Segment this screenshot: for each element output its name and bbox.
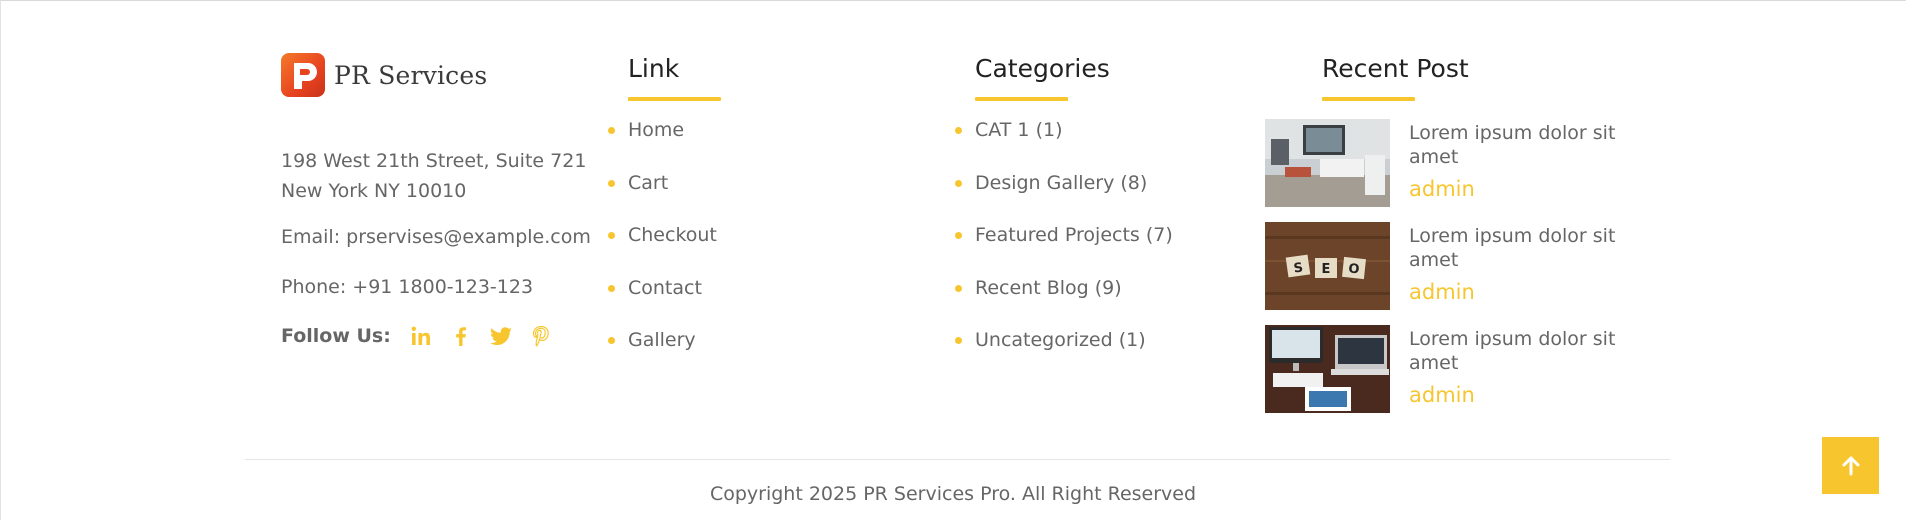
recent-post-heading-underline bbox=[1322, 97, 1415, 101]
category-recent-blog[interactable]: Recent Blog (9) bbox=[955, 276, 1173, 330]
link-cart[interactable]: Cart bbox=[608, 171, 717, 225]
bullet-icon bbox=[608, 179, 615, 187]
link-label: Checkout bbox=[628, 224, 717, 246]
link-label: Contact bbox=[628, 276, 702, 299]
bullet-icon bbox=[608, 337, 615, 344]
address-line-1: 198 West 21th Street, Suite 721 bbox=[281, 150, 587, 172]
address: 198 West 21th Street, Suite 721 New York… bbox=[281, 146, 601, 206]
recent-post-item[interactable]: S E O Lorem ipsum dolor sit amet admin bbox=[1265, 222, 1615, 310]
links-heading: Link bbox=[628, 54, 721, 101]
category-label: Featured Projects (7) bbox=[975, 224, 1173, 246]
bullet-icon bbox=[955, 284, 962, 292]
copyright-text: Copyright 2025 PR Services Pro. All Righ… bbox=[709, 483, 1197, 505]
bullet-icon bbox=[608, 232, 615, 239]
category-design-gallery[interactable]: Design Gallery (8) bbox=[955, 171, 1173, 225]
brand-logo[interactable]: PR Services bbox=[281, 53, 487, 97]
post-title[interactable]: Lorem ipsum dolor sit amet bbox=[1409, 121, 1639, 169]
categories-heading-underline bbox=[975, 97, 1068, 101]
link-checkout[interactable]: Checkout bbox=[608, 224, 717, 277]
phone-text: Phone: +91 1800-123-123 bbox=[281, 276, 534, 298]
post-author[interactable]: admin bbox=[1409, 383, 1475, 407]
twitter-icon[interactable] bbox=[489, 324, 513, 348]
post-title[interactable]: Lorem ipsum dolor sit amet bbox=[1409, 224, 1639, 272]
post-thumbnail-desk[interactable] bbox=[1265, 325, 1390, 413]
post-author[interactable]: admin bbox=[1409, 177, 1475, 201]
follow-label: Follow Us: bbox=[281, 325, 391, 347]
links-heading-text: Link bbox=[628, 54, 680, 83]
recent-post-heading-text: Recent Post bbox=[1322, 54, 1469, 83]
category-label: CAT 1 (1) bbox=[975, 119, 1063, 141]
svg-text:E: E bbox=[1322, 262, 1331, 277]
bullet-icon bbox=[955, 179, 962, 187]
category-label: Design Gallery (8) bbox=[975, 171, 1148, 194]
post-thumbnail-seo[interactable]: S E O bbox=[1265, 222, 1390, 310]
top-border bbox=[0, 0, 1906, 1]
links-list: Home Cart Checkout Contact Gallery bbox=[608, 119, 717, 382]
recent-post-item[interactable]: Lorem ipsum dolor sit amet admin bbox=[1265, 325, 1615, 413]
email-text: Email: prservises@example.com bbox=[281, 226, 591, 248]
bullet-icon bbox=[955, 232, 962, 239]
category-label: Uncategorized (1) bbox=[975, 329, 1146, 351]
logo-icon bbox=[281, 53, 325, 97]
categories-heading-text: Categories bbox=[975, 54, 1110, 83]
linkedin-icon[interactable] bbox=[409, 324, 433, 348]
bullet-icon bbox=[955, 127, 962, 134]
link-home[interactable]: Home bbox=[608, 119, 717, 172]
recent-post-heading: Recent Post bbox=[1322, 54, 1469, 101]
brand-name: PR Services bbox=[334, 60, 488, 90]
post-thumbnail-office[interactable] bbox=[1265, 119, 1390, 207]
links-heading-underline bbox=[628, 97, 721, 101]
category-featured-projects[interactable]: Featured Projects (7) bbox=[955, 224, 1173, 277]
category-uncategorized[interactable]: Uncategorized (1) bbox=[955, 329, 1173, 382]
facebook-icon[interactable] bbox=[449, 324, 473, 348]
post-author[interactable]: admin bbox=[1409, 280, 1475, 304]
bullet-icon bbox=[608, 284, 615, 292]
follow-us: Follow Us: bbox=[281, 324, 569, 348]
arrow-up-icon bbox=[1842, 456, 1859, 475]
link-label: Gallery bbox=[628, 329, 696, 351]
left-border bbox=[0, 0, 1, 520]
category-label: Recent Blog (9) bbox=[975, 276, 1122, 299]
categories-heading: Categories bbox=[975, 54, 1110, 101]
categories-list: CAT 1 (1) Design Gallery (8) Featured Pr… bbox=[955, 119, 1173, 382]
link-contact[interactable]: Contact bbox=[608, 276, 717, 330]
footer-divider bbox=[245, 459, 1670, 460]
scroll-to-top-button[interactable] bbox=[1822, 437, 1879, 494]
post-title[interactable]: Lorem ipsum dolor sit amet bbox=[1409, 327, 1639, 375]
bullet-icon bbox=[608, 127, 615, 134]
link-label: Cart bbox=[628, 171, 669, 194]
category-cat-1[interactable]: CAT 1 (1) bbox=[955, 119, 1173, 172]
recent-post-item[interactable]: Lorem ipsum dolor sit amet admin bbox=[1265, 119, 1615, 207]
pinterest-icon[interactable] bbox=[529, 324, 553, 348]
link-gallery[interactable]: Gallery bbox=[608, 329, 717, 382]
bullet-icon bbox=[955, 337, 962, 344]
svg-text:O: O bbox=[1348, 261, 1361, 277]
link-label: Home bbox=[628, 119, 685, 141]
address-line-2: New York NY 10010 bbox=[281, 180, 467, 202]
